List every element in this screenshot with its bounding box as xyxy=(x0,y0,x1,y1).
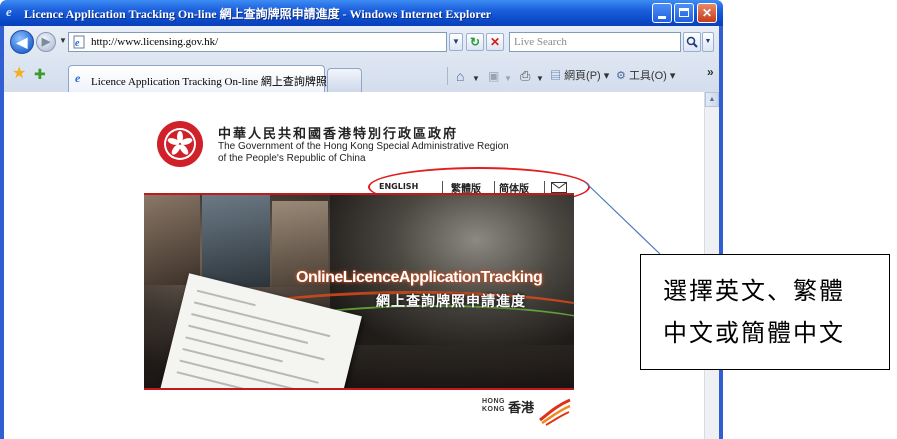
search-button[interactable] xyxy=(683,32,701,52)
government-name-english-line1: The Government of the Hong Kong Special … xyxy=(218,141,509,152)
brand-text-hong: HONG xyxy=(482,398,505,405)
home-icon[interactable]: ⌂ xyxy=(456,68,464,84)
favorites-star-icon[interactable]: ★ xyxy=(12,66,26,82)
stop-button[interactable]: ✕ xyxy=(486,33,504,51)
banner-title-english: OnlineLicenceApplicationTracking xyxy=(296,269,543,286)
more-commands-icon[interactable]: » xyxy=(707,64,714,80)
title-bar: e Licence Application Tracking On-line 網… xyxy=(0,0,723,26)
page-icon: e xyxy=(73,35,85,49)
tools-menu-label: 工具(O) xyxy=(628,70,667,82)
document-line xyxy=(185,336,283,363)
toolbar-separator xyxy=(447,67,448,85)
search-icon xyxy=(686,36,698,48)
stop-icon: ✕ xyxy=(489,35,501,49)
search-input[interactable]: Live Search xyxy=(509,32,681,52)
chevron-up-icon: ▲ xyxy=(708,96,716,103)
address-field[interactable]: e http://www.licensing.gov.hk/ xyxy=(68,32,447,52)
maximize-button[interactable] xyxy=(674,3,694,23)
close-button[interactable]: ✕ xyxy=(697,3,717,23)
address-row: ◀ ▶ ▼ e http://www.licensing.gov.hk/ ▼ ↻… xyxy=(4,26,719,58)
callout-text-line1: 選擇英文、繁體 xyxy=(663,277,845,305)
page-menu-label: 網頁(P) xyxy=(564,70,601,82)
print-dropdown-icon[interactable]: ▼ xyxy=(536,71,544,87)
minimize-icon xyxy=(658,16,666,19)
brand-text-kong: KONG xyxy=(482,406,505,413)
ie-logo-icon: e xyxy=(6,4,12,19)
banner-title-chinese: 網上查詢牌照申請進度 xyxy=(376,294,526,310)
scroll-up-button[interactable]: ▲ xyxy=(705,92,719,107)
window-title: Licence Application Tracking On-line 網上查… xyxy=(24,7,492,21)
home-dropdown-icon[interactable]: ▼ xyxy=(472,71,480,87)
brand-text-chinese: 香港 xyxy=(508,401,535,416)
back-button[interactable]: ◀ xyxy=(10,30,34,54)
callout-text-line2: 中文或簡體中文 xyxy=(663,319,845,347)
brand-hong-kong-logo: HONG KONG 香港 xyxy=(482,392,572,428)
forward-button[interactable]: ▶ xyxy=(36,32,56,52)
refresh-icon: ↻ xyxy=(469,35,481,49)
feeds-dropdown-icon[interactable]: ▼ xyxy=(504,71,512,87)
chevron-down-icon: ▼ xyxy=(704,38,712,45)
flying-dragon-icon xyxy=(539,398,571,426)
hksar-emblem xyxy=(157,121,203,167)
page-viewport: 中華人民共和國香港特別行政區政府 The Government of the H… xyxy=(4,92,719,439)
new-tab-button[interactable] xyxy=(327,68,362,92)
browser-window: e Licence Application Tracking On-line 網… xyxy=(0,0,723,439)
page-menu-icon: ▤ xyxy=(550,70,561,82)
refresh-button[interactable]: ↻ xyxy=(466,33,484,51)
government-name-chinese: 中華人民共和國香港特別行政區政府 xyxy=(218,127,459,142)
tab-label: Licence Application Tracking On-line 網上查… xyxy=(91,76,336,88)
add-favorites-icon[interactable]: ✚ xyxy=(34,66,46,82)
tab-row: ★ ✚ e Licence Application Tracking On-li… xyxy=(4,59,719,92)
feeds-icon[interactable]: ▣ xyxy=(488,68,499,84)
banner-bottom-border xyxy=(144,388,574,390)
address-dropdown-button[interactable]: ▼ xyxy=(449,33,463,51)
minimize-button[interactable] xyxy=(652,3,672,23)
tracking-banner: OnlineLicenceApplicationTracking 網上查詢牌照申… xyxy=(144,195,574,388)
address-url: http://www.licensing.gov.hk/ xyxy=(91,36,219,48)
ie-page-icon: e xyxy=(75,71,81,85)
brand-text-english: HONG KONG xyxy=(482,398,505,414)
tools-menu[interactable]: ⚙ 工具(O) ▾ xyxy=(616,68,675,84)
chevron-down-icon: ▼ xyxy=(452,37,460,46)
banner-photo xyxy=(202,195,270,287)
search-placeholder: Live Search xyxy=(514,36,567,48)
print-icon[interactable]: ⎙ xyxy=(520,68,530,84)
browser-toolbar: ◀ ▶ ▼ e http://www.licensing.gov.hk/ ▼ ↻… xyxy=(4,26,719,92)
government-name-english-line2: of the People's Republic of China xyxy=(218,153,366,164)
history-dropdown-icon[interactable]: ▼ xyxy=(59,36,67,45)
banner-photo xyxy=(144,195,200,285)
arrow-right-icon: ▶ xyxy=(41,36,51,48)
arrow-left-icon: ◀ xyxy=(16,34,28,50)
gear-icon: ⚙ xyxy=(616,70,626,82)
close-icon: ✕ xyxy=(701,6,713,20)
maximize-icon xyxy=(679,8,689,17)
tab-licence-tracking[interactable]: e Licence Application Tracking On-line 網… xyxy=(68,65,335,92)
search-options-button[interactable]: ▼ xyxy=(702,32,714,52)
callout-box: 選擇英文、繁體 中文或簡體中文 xyxy=(640,254,890,370)
page-menu[interactable]: ▤ 網頁(P) ▾ xyxy=(550,68,609,84)
svg-text:e: e xyxy=(75,38,80,49)
